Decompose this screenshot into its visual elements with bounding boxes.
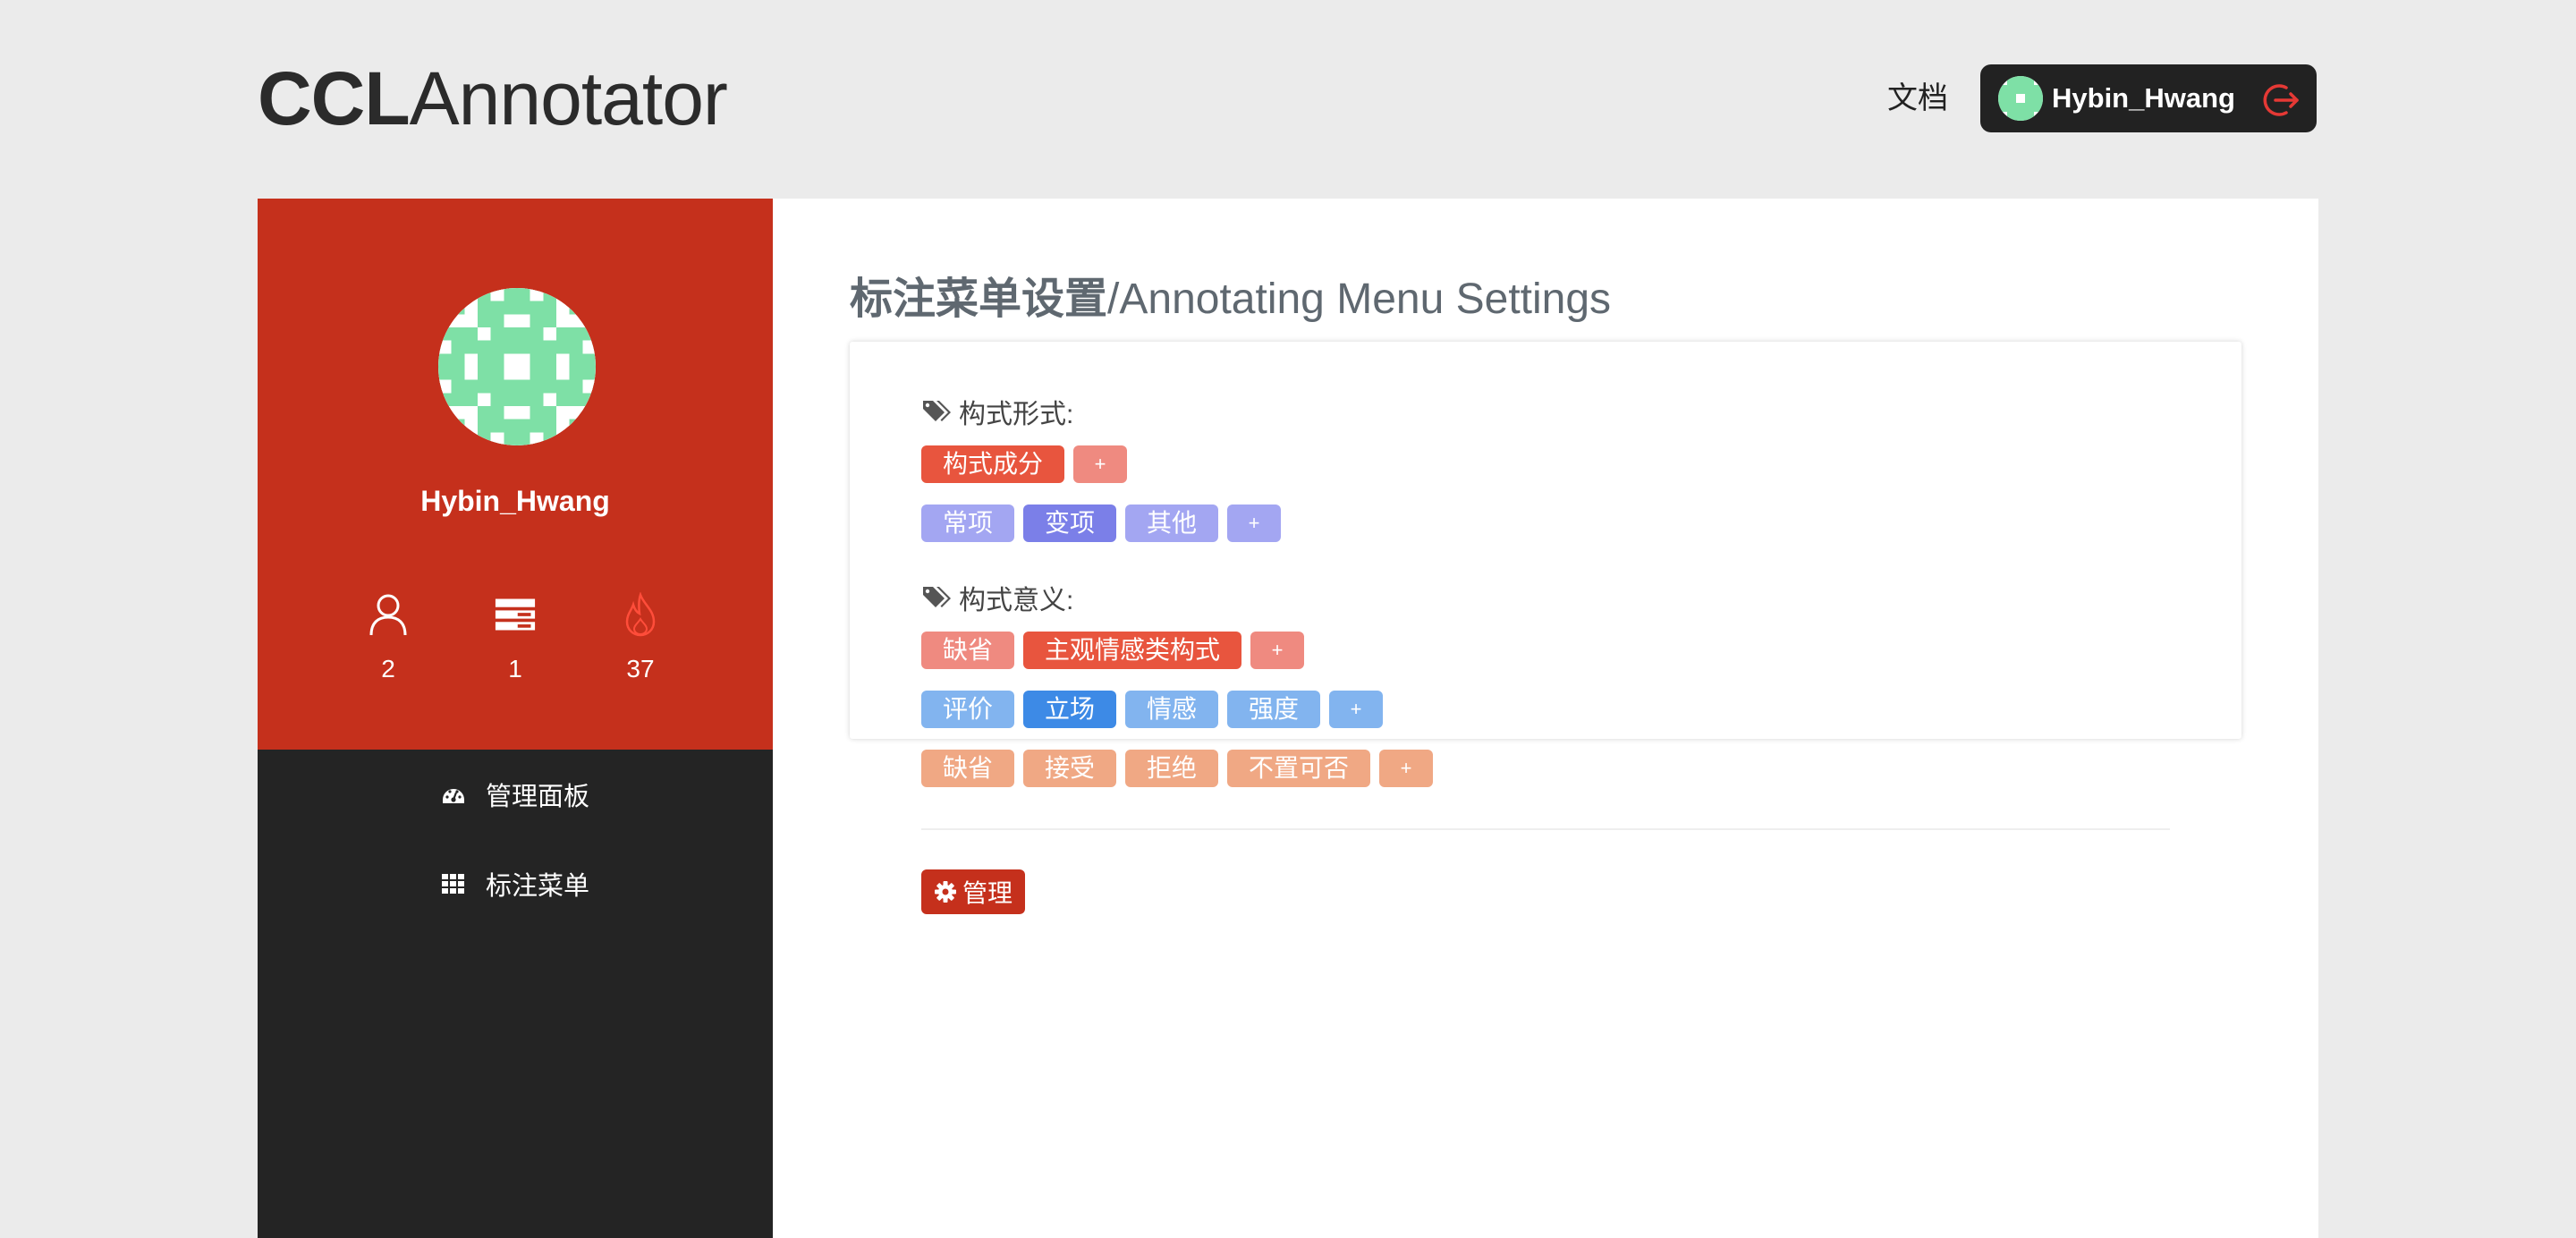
tag-item[interactable]: 情感 <box>1125 691 1219 728</box>
stat-servers-value: 1 <box>508 655 522 683</box>
tag-row-meaning-dimension: 评价 立场 情感 强度 + <box>921 691 1384 728</box>
tag-item[interactable]: 常项 <box>921 505 1015 542</box>
page-title: 标注菜单设置/Annotating Menu Settings <box>850 263 1611 326</box>
sidebar-profile: Hybin_Hwang 2 1 37 <box>258 199 773 750</box>
app-logo[interactable]: CCLAnnotator <box>258 54 728 143</box>
tag-item[interactable]: 拒绝 <box>1125 750 1219 787</box>
sidebar-nav: 管理面板 标注菜单 <box>258 750 773 1238</box>
tag-row-meaning-stance: 缺省 接受 拒绝 不置可否 + <box>921 750 1434 787</box>
sidebar-item-dashboard[interactable]: 管理面板 <box>258 767 773 821</box>
tag-row-components: 构式成分 + <box>921 445 1128 483</box>
manage-button[interactable]: 管理 <box>921 869 1026 914</box>
tag-item[interactable]: 立场 <box>1023 691 1117 728</box>
user-name: Hybin_Hwang <box>2052 82 2235 114</box>
add-tag-button[interactable]: + <box>1250 632 1305 669</box>
user-menu[interactable]: Hybin_Hwang <box>1980 64 2317 132</box>
grid-icon <box>441 874 464 894</box>
sidebar-item-annotation-menu[interactable]: 标注菜单 <box>258 857 773 911</box>
tag-item[interactable]: 评价 <box>921 691 1015 728</box>
fire-icon <box>625 592 656 637</box>
page-title-cn: 标注菜单设置 <box>850 276 1108 323</box>
logo-bold: CCL <box>258 56 411 140</box>
tags-icon <box>923 401 951 421</box>
sidebar-item-dashboard-label: 管理面板 <box>485 783 589 811</box>
user-icon <box>369 594 407 636</box>
tag-item[interactable]: 其他 <box>1125 505 1219 542</box>
tag-item[interactable]: 不置可否 <box>1227 750 1371 787</box>
section-form-label: 构式形式: <box>921 392 1073 431</box>
add-tag-button[interactable]: + <box>1329 691 1384 728</box>
settings-card: 构式形式: 构式成分 + 常项 变项 其他 + 构式意义: 缺省 主观情感类构式… <box>850 342 2241 830</box>
section-meaning-text: 构式意义: <box>959 586 1074 615</box>
tag-item[interactable]: 缺省 <box>921 750 1015 787</box>
logo-light: Annotator <box>409 56 728 140</box>
stat-servers: 1 <box>462 592 569 683</box>
tag-row-meaning-type: 缺省 主观情感类构式 + <box>921 632 1305 669</box>
tag-row-form-types: 常项 变项 其他 + <box>921 505 1282 542</box>
dashboard-icon <box>442 789 464 803</box>
main-panel: 标注菜单设置/Annotating Menu Settings 构式形式: 构式… <box>773 199 2318 1238</box>
divider <box>921 828 2170 830</box>
docs-link[interactable]: 文档 <box>1887 79 1948 118</box>
stat-hot: 37 <box>587 592 694 683</box>
manage-button-label: 管理 <box>962 879 1013 907</box>
stat-users-value: 2 <box>381 655 395 683</box>
tag-item[interactable]: 强度 <box>1227 691 1321 728</box>
tag-item[interactable]: 主观情感类构式 <box>1023 632 1242 669</box>
page-title-en: /Annotating Menu Settings <box>1107 276 1612 323</box>
gear-icon <box>935 881 956 903</box>
logout-icon[interactable] <box>2261 81 2301 120</box>
tag-item[interactable]: 接受 <box>1023 750 1117 787</box>
tag-item[interactable]: 缺省 <box>921 632 1015 669</box>
sidebar-item-annotation-menu-label: 标注菜单 <box>485 872 589 901</box>
section-form-text: 构式形式: <box>959 400 1074 429</box>
avatar <box>1998 76 2043 121</box>
tag-item[interactable]: 构式成分 <box>921 445 1065 483</box>
stat-hot-value: 37 <box>626 655 655 683</box>
section-meaning-label: 构式意义: <box>921 578 1073 617</box>
profile-avatar <box>438 288 596 445</box>
sidebar-username: Hybin_Hwang <box>420 485 610 517</box>
tag-item[interactable]: 变项 <box>1023 505 1117 542</box>
add-tag-button[interactable]: + <box>1227 505 1282 542</box>
add-tag-button[interactable]: + <box>1379 750 1434 787</box>
stat-users: 2 <box>335 592 442 683</box>
add-tag-button[interactable]: + <box>1073 445 1128 483</box>
tags-icon <box>923 587 951 607</box>
server-icon <box>495 598 536 631</box>
